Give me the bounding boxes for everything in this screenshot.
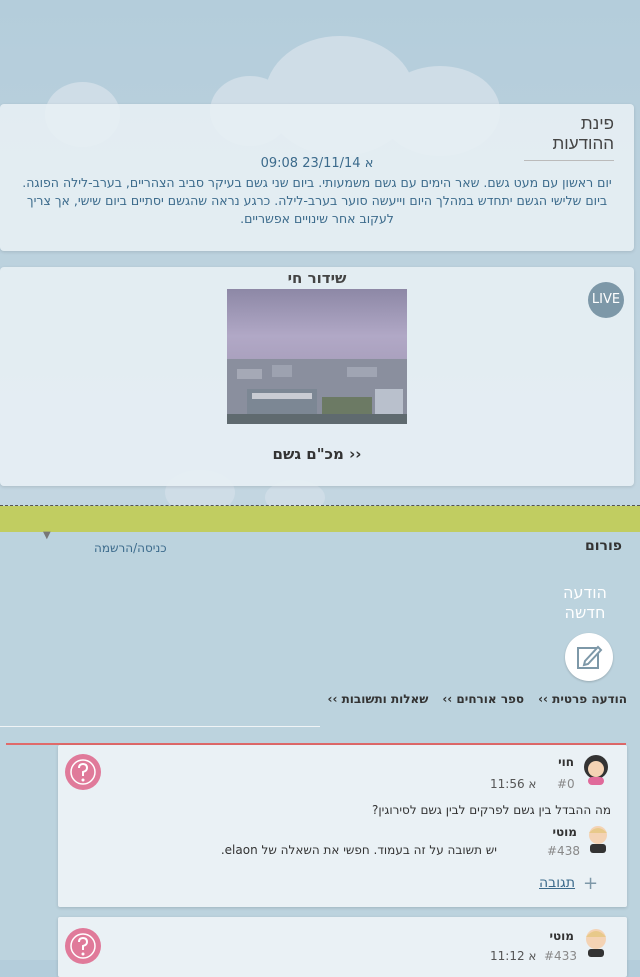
- reply-author[interactable]: מוטי: [553, 825, 578, 839]
- post-time: א 11:12: [490, 949, 537, 963]
- announcements-panel: פינת ההודעות א 23/11/14 09:08 יום ראשון …: [0, 104, 634, 251]
- announcement-date: א 23/11/14 09:08: [260, 156, 374, 171]
- tab-questions-answers[interactable]: שאלות ותשובות ››: [328, 692, 429, 706]
- new-message-label: הודעה חדשה: [562, 583, 607, 622]
- male-avatar-icon: [589, 826, 607, 853]
- tabs-underline: [0, 726, 320, 727]
- post-number: #433: [544, 949, 577, 963]
- avatar: [580, 925, 612, 957]
- live-badge: LIVE: [588, 282, 624, 318]
- announcements-title: פינת ההודעות: [524, 114, 614, 161]
- post-number: #0: [557, 777, 575, 791]
- post-time: א 11:56: [490, 777, 537, 791]
- tab-guestbook[interactable]: ספר אורחים ››: [442, 692, 524, 706]
- question-mark-icon: [70, 759, 96, 785]
- radar-link[interactable]: מכ"ם גשם ››: [0, 445, 634, 463]
- login-register-link[interactable]: כניסה/הרשמה: [94, 541, 167, 555]
- live-camera-image[interactable]: [227, 289, 407, 424]
- announcement-text: יום ראשון עם מעט גשם. שאר הימים עם גשם מ…: [22, 175, 612, 226]
- green-bar: [0, 506, 640, 532]
- avatar: [580, 753, 612, 785]
- post-author[interactable]: חוי: [558, 755, 574, 769]
- city-view-icon: [227, 359, 407, 424]
- post-author[interactable]: מוטי: [550, 929, 575, 943]
- post-text: מה ההבדל בין גשם לפרקים לבין גשם לסירוגי…: [372, 803, 611, 817]
- new-message-button[interactable]: [565, 633, 613, 681]
- reply-link[interactable]: תגובה: [539, 875, 575, 891]
- question-icon: [65, 928, 101, 964]
- post-card: מוטי #433 א 11:12: [58, 917, 627, 977]
- male-avatar-icon: [586, 929, 606, 957]
- edit-icon: [577, 645, 603, 669]
- reply-avatar: [584, 823, 612, 853]
- question-icon: [65, 754, 101, 790]
- forum-title: פורום: [585, 538, 622, 554]
- question-mark-icon: [70, 933, 96, 959]
- forum-tabs: הודעה פרטית ›› ספר אורחים ›› שאלות ותשוב…: [328, 692, 627, 706]
- live-broadcast-panel: שידור חי LIVE מכ"ם גשם ››: [0, 267, 634, 486]
- reply-number: #438: [547, 844, 580, 858]
- post-card: חוי #0 א 11:56 מה ההבדל בין גשם לפרקים ל…: [58, 745, 627, 907]
- live-title: שידור חי: [287, 269, 347, 287]
- female-avatar-icon: [584, 755, 608, 785]
- tab-private-message[interactable]: הודעה פרטית ››: [538, 692, 627, 706]
- dropdown-triangle-icon[interactable]: ▼: [43, 530, 51, 541]
- reply-text: יש תשובה על זה בעמוד. חפשי את השאלה של e…: [220, 843, 497, 857]
- add-reply-icon[interactable]: +: [583, 873, 598, 894]
